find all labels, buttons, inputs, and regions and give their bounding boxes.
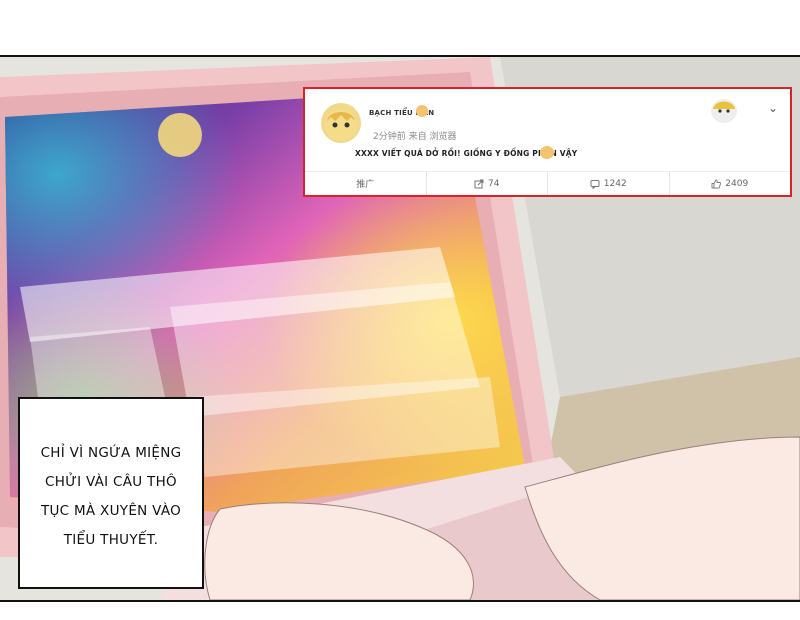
like-icon <box>711 179 722 188</box>
sticker-image <box>711 99 737 123</box>
caption-box: CHỈ VÌ NGỨA MIỆNG CHỬI VÀI CÂU THÔ TỤC M… <box>18 397 204 589</box>
caption-text: CHỈ VÌ NGỨA MIỆNG CHỬI VÀI CÂU THÔ TỤC M… <box>20 439 202 555</box>
chevron-down-icon[interactable]: ⌄ <box>768 101 778 115</box>
share-icon <box>474 179 484 188</box>
caption-line: CHỈ VÌ NGỨA MIỆNG <box>40 445 182 461</box>
share-count: 74 <box>488 178 500 189</box>
comment-button[interactable]: 1242 <box>547 172 669 195</box>
emoji-icon <box>540 146 554 159</box>
share-button[interactable]: 74 <box>425 172 548 195</box>
caption-line: TIỂU THUYẾT. <box>63 532 159 548</box>
post-actions: 推广 74 1242 2409 <box>305 172 790 195</box>
post-meta: 2分钟前 来自 浏览器 <box>373 132 457 142</box>
emoji-icon <box>416 105 428 117</box>
caption-line: TỤC MÀ XUYÊN VÀO <box>40 503 182 519</box>
social-post-card: BẠCH TIỂU MAN 2分钟前 来自 浏览器 XXXX VIẾT QUÁ … <box>303 87 792 197</box>
caption-line: CHỬI VÀI CÂU THÔ <box>45 474 177 490</box>
like-button[interactable]: 2409 <box>668 172 791 195</box>
promote-button[interactable]: 推广 <box>305 172 426 195</box>
comment-icon <box>590 179 600 189</box>
promote-label: 推广 <box>356 180 375 190</box>
like-count: 2409 <box>725 178 749 189</box>
comment-count: 1242 <box>603 178 627 189</box>
user-avatar[interactable] <box>321 103 361 143</box>
